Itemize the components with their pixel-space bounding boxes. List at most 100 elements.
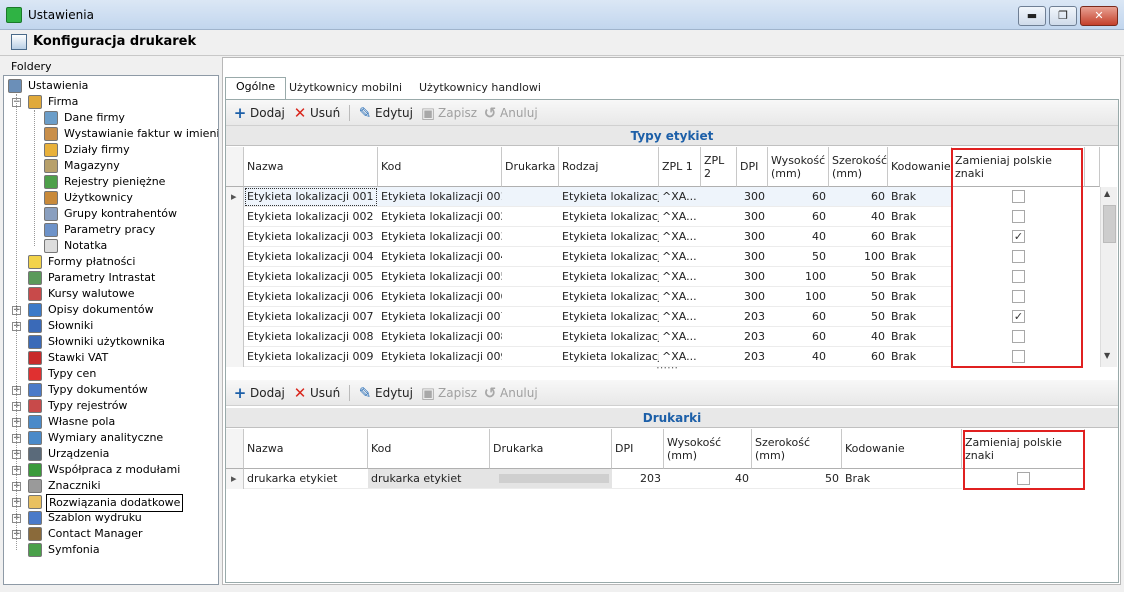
tree-item-18[interactable]: Typy cen: [28, 366, 204, 382]
table-cell[interactable]: 50: [829, 307, 888, 327]
table-cell[interactable]: [502, 187, 559, 207]
table-cell[interactable]: [502, 207, 559, 227]
column-header[interactable]: Nazwa: [244, 429, 368, 469]
table-cell[interactable]: 60: [768, 307, 829, 327]
table-cell[interactable]: Etykieta lokalizacji 008: [244, 327, 378, 347]
row-indicator[interactable]: ▸: [226, 187, 244, 207]
table-cell[interactable]: 50: [752, 469, 842, 489]
table-cell[interactable]: Etykieta lokalizacji 005: [378, 267, 502, 287]
tree-item-23[interactable]: Urządzenia: [28, 446, 204, 462]
table-cell[interactable]: 300: [737, 247, 768, 267]
table-cell[interactable]: [502, 227, 559, 247]
tree-item-5[interactable]: Magazyny: [44, 158, 204, 174]
table-cell[interactable]: Etykieta lokalizacji 002: [244, 207, 378, 227]
table-cell[interactable]: 60: [829, 187, 888, 207]
table-cell[interactable]: [701, 267, 737, 287]
cancel-label-button[interactable]: ↺ Anuluj: [482, 105, 538, 121]
column-header[interactable]: Szerokość (mm): [752, 429, 842, 469]
table-cell[interactable]: Etykieta lokalizacji 003: [378, 227, 502, 247]
tree-item-2[interactable]: Dane firmy: [44, 110, 204, 126]
row-indicator[interactable]: [226, 347, 244, 367]
table-cell[interactable]: Brak: [888, 207, 952, 227]
table-cell[interactable]: Etykieta lokalizacji: [559, 247, 659, 267]
tab-mobile-users[interactable]: Użytkownicy mobilni: [279, 79, 412, 99]
table-cell[interactable]: 100: [829, 247, 888, 267]
table-cell[interactable]: Etykieta lokalizacji: [559, 187, 659, 207]
column-header[interactable]: DPI: [737, 147, 768, 187]
tree-item-28[interactable]: Contact Manager: [28, 526, 204, 542]
table-cell[interactable]: Etykieta lokalizacji 001: [378, 187, 502, 207]
scroll-down-icon[interactable]: ▼: [1104, 351, 1110, 360]
row-indicator[interactable]: [226, 247, 244, 267]
edit-printer-button[interactable]: ✎ Edytuj: [357, 385, 413, 401]
table-cell[interactable]: Etykieta lokalizacji 009: [244, 347, 378, 367]
table-cell[interactable]: Etykieta lokalizacji: [559, 327, 659, 347]
table-cell[interactable]: Etykieta lokalizacji 005: [244, 267, 378, 287]
column-header[interactable]: Drukarka: [502, 147, 559, 187]
tree-item-20[interactable]: Typy rejestrów: [28, 398, 204, 414]
table-cell[interactable]: [701, 347, 737, 367]
tree-item-11[interactable]: Formy płatności: [28, 254, 204, 270]
tree-item-17[interactable]: Stawki VAT: [28, 350, 204, 366]
tree-item-29[interactable]: Symfonia: [28, 542, 204, 558]
table-cell[interactable]: [502, 267, 559, 287]
column-header[interactable]: Kodowanie: [842, 429, 962, 469]
scroll-up-icon[interactable]: ▲: [1104, 189, 1110, 198]
table-cell[interactable]: ^XA...: [659, 287, 701, 307]
table-cell[interactable]: 100: [768, 267, 829, 287]
table-cell[interactable]: ^XA...: [659, 227, 701, 247]
folders-tree[interactable]: Ustawienia Firma − Dane firmy Wystawianie fa…: [3, 75, 219, 585]
row-indicator[interactable]: [226, 227, 244, 247]
table-cell[interactable]: [701, 187, 737, 207]
column-header[interactable]: Szerokość (mm): [829, 147, 888, 187]
column-header[interactable]: ZPL 1: [659, 147, 701, 187]
row-indicator[interactable]: [226, 327, 244, 347]
table-cell[interactable]: [502, 347, 559, 367]
table-cell[interactable]: 40: [829, 207, 888, 227]
table-cell[interactable]: 40: [768, 227, 829, 247]
table-cell[interactable]: Brak: [888, 187, 952, 207]
row-indicator[interactable]: ▸: [226, 469, 244, 489]
table-cell[interactable]: Etykieta lokalizacji: [559, 227, 659, 247]
column-header[interactable]: Wysokość (mm): [664, 429, 752, 469]
tree-item-21[interactable]: Własne pola: [28, 414, 204, 430]
add-label-button[interactable]: + Dodaj: [232, 105, 285, 121]
table-cell[interactable]: Etykieta lokalizacji 002: [378, 207, 502, 227]
table-cell[interactable]: [701, 327, 737, 347]
table-cell[interactable]: Brak: [842, 469, 962, 489]
tree-item-9[interactable]: Parametry pracy: [44, 222, 204, 238]
column-header[interactable]: DPI: [612, 429, 664, 469]
tree-item-10[interactable]: Notatka: [44, 238, 204, 254]
edit-label-button[interactable]: ✎ Edytuj: [357, 105, 413, 121]
table-cell[interactable]: ^XA...: [659, 327, 701, 347]
scroll-thumb[interactable]: [1103, 205, 1116, 243]
table-cell[interactable]: 60: [768, 187, 829, 207]
table-cell[interactable]: 203: [612, 469, 664, 489]
table-cell[interactable]: 40: [768, 347, 829, 367]
table-cell[interactable]: ^XA...: [659, 267, 701, 287]
delete-printer-button[interactable]: ✕ Usuń: [292, 385, 341, 401]
table-cell[interactable]: Etykieta lokalizacji 009: [378, 347, 502, 367]
table-cell[interactable]: ^XA...: [659, 307, 701, 327]
table-cell[interactable]: 300: [737, 287, 768, 307]
column-header[interactable]: ZPL 2: [701, 147, 737, 187]
table-cell[interactable]: Brak: [888, 267, 952, 287]
table-cell[interactable]: Etykieta lokalizacji 004: [378, 247, 502, 267]
column-header[interactable]: Drukarka: [490, 429, 612, 469]
tree-item-7[interactable]: Użytkownicy: [44, 190, 204, 206]
table-cell[interactable]: ^XA...: [659, 247, 701, 267]
table-cell[interactable]: Etykieta lokalizacji: [559, 207, 659, 227]
table-cell[interactable]: [701, 207, 737, 227]
table-cell[interactable]: Etykieta lokalizacji 003: [244, 227, 378, 247]
tree-item-6[interactable]: Rejestry pieniężne: [44, 174, 204, 190]
delete-label-button[interactable]: ✕ Usuń: [292, 105, 341, 121]
cancel-printer-button[interactable]: ↺ Anuluj: [482, 385, 538, 401]
table-cell[interactable]: 203: [737, 347, 768, 367]
table-cell[interactable]: 40: [829, 327, 888, 347]
save-label-button[interactable]: ▣ Zapisz: [420, 105, 477, 121]
column-header[interactable]: Rodzaj: [559, 147, 659, 187]
table-cell[interactable]: Brak: [888, 227, 952, 247]
table-cell[interactable]: 60: [829, 347, 888, 367]
tree-item-1[interactable]: Firma: [28, 94, 204, 110]
tree-item-14[interactable]: Opisy dokumentów: [28, 302, 204, 318]
